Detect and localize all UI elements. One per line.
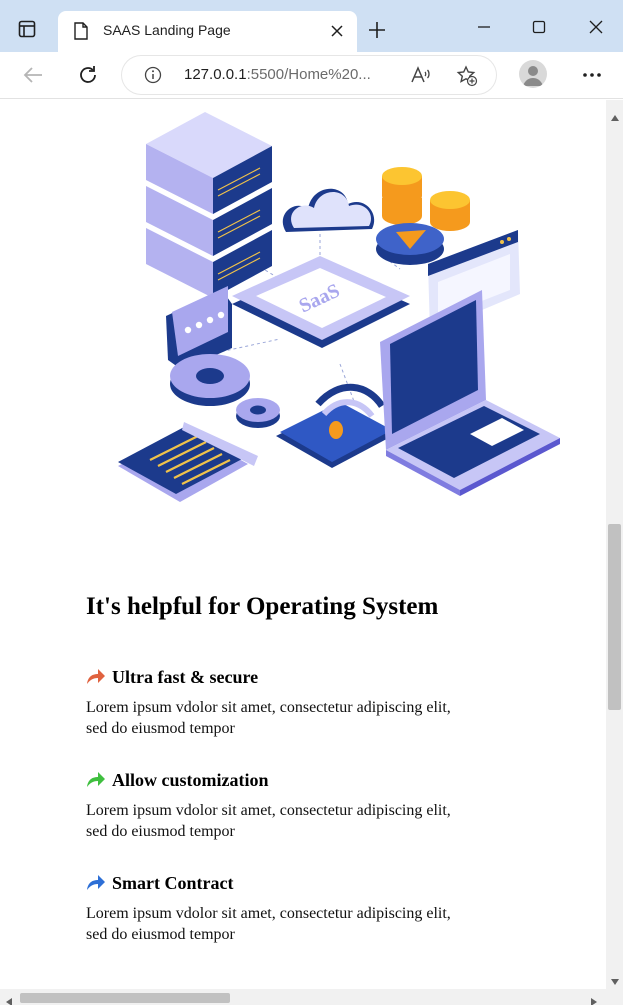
feature-description: Lorem ipsum vdolor sit amet, consectetur…: [86, 802, 451, 840]
read-aloud-icon[interactable]: [410, 65, 432, 90]
server-stack-icon: [146, 112, 272, 298]
coins-icon: [382, 167, 470, 231]
refresh-icon[interactable]: [75, 62, 101, 88]
scroll-left-icon[interactable]: [6, 993, 12, 1005]
notebook-icon: [118, 422, 258, 502]
feature-heading-row: Ultra fast & secure: [86, 665, 466, 689]
url-host: 127.0.0.1: [184, 66, 247, 83]
feature-heading-row: Smart Contract: [86, 871, 466, 895]
feature-heading: Allow customization: [112, 769, 269, 790]
horizontal-scroll-thumb[interactable]: [20, 993, 230, 1003]
more-icon[interactable]: [580, 64, 604, 86]
back-icon[interactable]: [20, 62, 46, 88]
vertical-scroll-thumb[interactable]: [608, 524, 621, 710]
features-title: It's helpful for Operating System: [86, 593, 439, 620]
gear-icon: [170, 354, 280, 428]
share-arrow-icon: [87, 875, 105, 890]
feature-heading: Smart Contract: [112, 872, 234, 893]
document-icon: [74, 22, 88, 45]
url-path: :5500/Home%20...: [246, 66, 371, 83]
close-icon[interactable]: [329, 23, 345, 39]
share-arrow-icon: [87, 669, 105, 684]
saas-hero-illustration: SaaS: [118, 112, 560, 502]
features-section: It's helpful for Operating System Ultra …: [86, 590, 466, 945]
url-text[interactable]: 127.0.0.1:5500/Home%20...: [184, 66, 371, 83]
page-viewport: SaaS It's helpful for Operating System U…: [0, 100, 606, 989]
scroll-up-icon[interactable]: [611, 108, 619, 126]
cloud-icon: [282, 188, 375, 232]
tab-title: SAAS Landing Page: [103, 22, 231, 38]
feature-item: Allow customization Lorem ipsum vdolor s…: [86, 768, 466, 842]
wifi-tablet-icon: [276, 383, 396, 468]
browser-tab-active[interactable]: SAAS Landing Page: [58, 11, 357, 52]
play-button-icon: [376, 223, 444, 265]
scroll-right-icon[interactable]: [591, 993, 597, 1005]
add-favorite-icon[interactable]: [456, 65, 478, 92]
browser-titlebar: SAAS Landing Page: [0, 0, 623, 52]
profile-icon[interactable]: [519, 60, 547, 88]
info-icon[interactable]: [144, 66, 162, 89]
browser-toolbar: 127.0.0.1:5500/Home%20...: [0, 52, 623, 99]
horizontal-scrollbar[interactable]: [0, 989, 606, 1005]
feature-item: Ultra fast & secure Lorem ipsum vdolor s…: [86, 665, 466, 739]
sidebar-toggle-icon[interactable]: [12, 14, 42, 44]
laptop-icon: [380, 290, 560, 496]
scrollbar-corner: [606, 989, 623, 1005]
feature-description: Lorem ipsum vdolor sit amet, consectetur…: [86, 699, 451, 737]
share-arrow-icon: [87, 772, 105, 787]
minimize-icon[interactable]: [473, 16, 495, 38]
address-bar[interactable]: 127.0.0.1:5500/Home%20...: [122, 56, 496, 94]
maximize-icon[interactable]: [528, 16, 550, 38]
vertical-scrollbar[interactable]: [606, 100, 623, 989]
feature-heading: Ultra fast & secure: [112, 666, 259, 687]
feature-heading-row: Allow customization: [86, 768, 466, 792]
scroll-down-icon[interactable]: [611, 972, 619, 990]
new-tab-icon[interactable]: [367, 20, 387, 40]
close-window-icon[interactable]: [585, 16, 607, 38]
feature-item: Smart Contract Lorem ipsum vdolor sit am…: [86, 871, 466, 945]
feature-description: Lorem ipsum vdolor sit amet, consectetur…: [86, 905, 451, 943]
